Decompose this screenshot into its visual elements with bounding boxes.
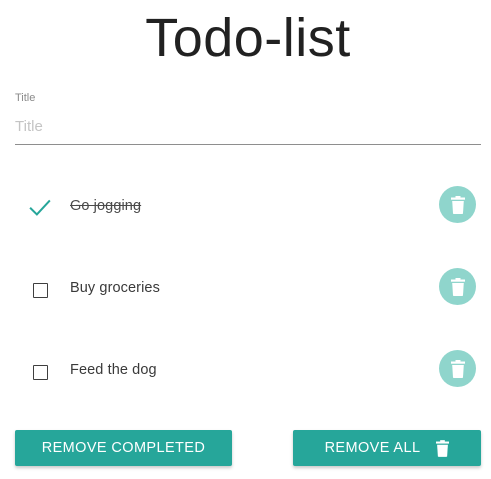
trash-icon — [436, 439, 450, 457]
todo-text: Feed the dog — [70, 362, 157, 378]
delete-todo-button[interactable] — [439, 186, 476, 223]
todo-checkbox[interactable] — [29, 279, 51, 301]
trash-icon — [450, 359, 465, 378]
todo-item: Go jogging — [15, 165, 481, 247]
page-title: Todo-list — [145, 8, 351, 68]
todo-text: Buy groceries — [70, 280, 160, 296]
delete-todo-button[interactable] — [439, 350, 476, 387]
todo-text: Go jogging — [70, 198, 142, 214]
todo-item: Feed the dog — [15, 329, 481, 411]
todo-app: Todo-list Title Go jogging — [0, 0, 491, 479]
trash-icon — [450, 195, 465, 214]
todo-list: Go jogging Buy groceries Feed the dog — [15, 165, 481, 411]
remove-completed-button[interactable]: REMOVE COMPLETED — [15, 430, 232, 466]
trash-icon — [450, 277, 465, 296]
remove-all-button[interactable]: REMOVE ALL — [293, 430, 481, 466]
title-field: Title — [15, 92, 481, 148]
title-field-label: Title — [15, 92, 36, 104]
delete-todo-button[interactable] — [439, 268, 476, 305]
checkbox-unchecked-icon — [32, 282, 48, 298]
todo-checkbox[interactable] — [29, 197, 51, 219]
todo-checkbox[interactable] — [29, 361, 51, 383]
title-input[interactable] — [15, 108, 481, 145]
remove-completed-label: REMOVE COMPLETED — [41, 440, 206, 456]
checkbox-unchecked-icon — [32, 364, 48, 380]
todo-item: Buy groceries — [15, 247, 481, 329]
check-icon — [29, 199, 51, 216]
remove-all-label: REMOVE ALL — [324, 440, 421, 456]
